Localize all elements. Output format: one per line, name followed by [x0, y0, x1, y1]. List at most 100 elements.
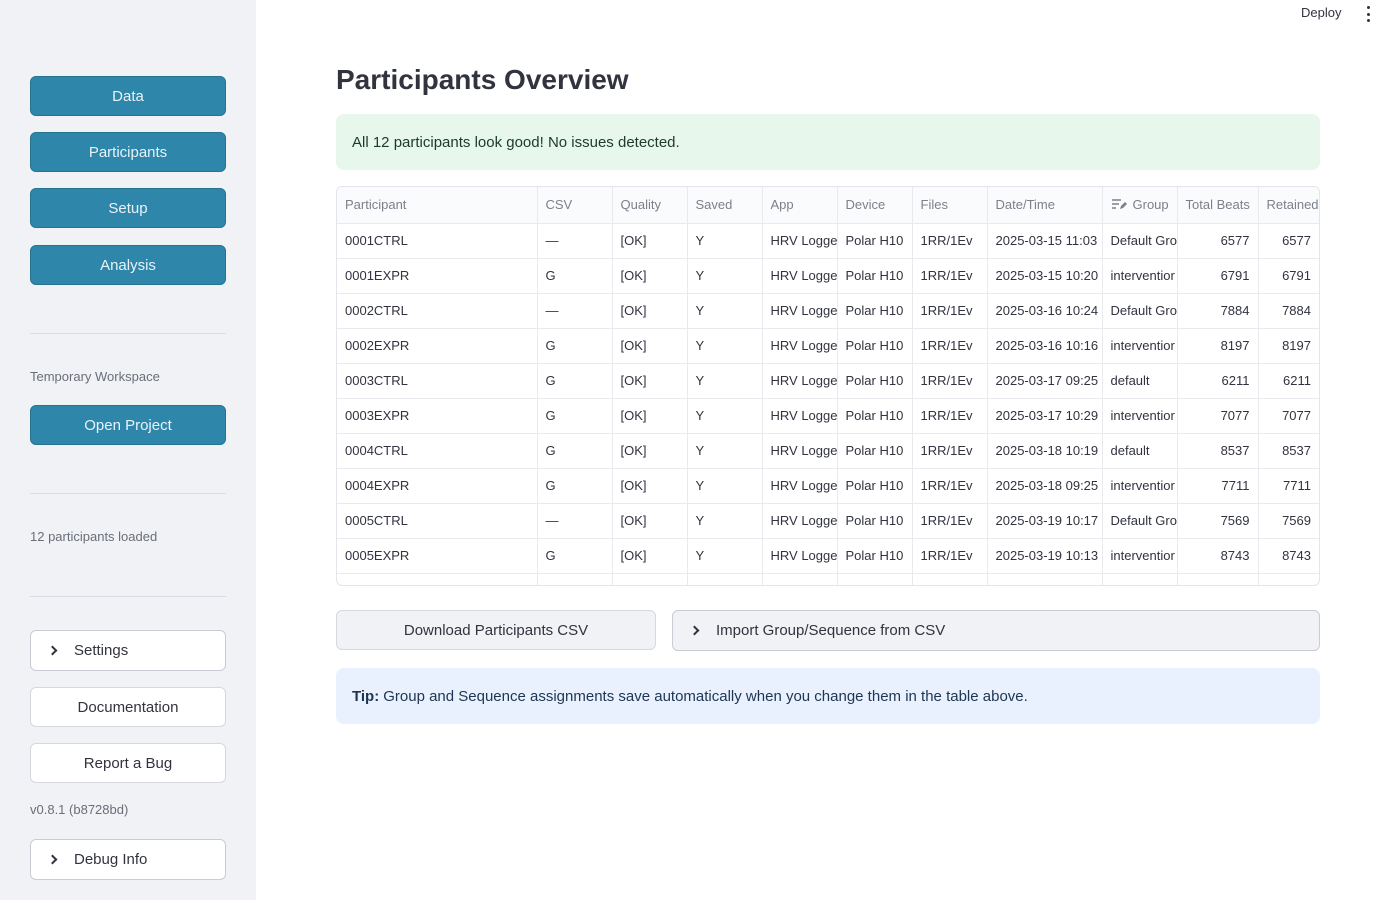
table-cell: Y — [687, 503, 763, 539]
table-cell: Y — [687, 223, 763, 259]
table-cell: 0001CTRL — [337, 223, 538, 259]
deploy-button[interactable]: Deploy — [1301, 5, 1341, 20]
tip-text: Group and Sequence assignments save auto… — [383, 687, 1028, 705]
table-cell: 7569 — [1258, 503, 1319, 539]
column-header[interactable]: Date/Time — [987, 187, 1103, 224]
nav-button-data[interactable]: Data — [30, 76, 226, 116]
sidebar-divider — [30, 596, 226, 597]
table-cell: [OK] — [612, 363, 688, 399]
table-cell: 2025-03-19 10:13 — [987, 538, 1103, 574]
table-cell: 6577 — [1258, 223, 1319, 259]
version-label: v0.8.1 (b8728bd) — [30, 802, 129, 817]
table-cell: [OK] — [612, 293, 688, 329]
table-row[interactable]: 0005CTRL — [OK] Y HRV Logger Polar H10 1RR/1Ev… — [337, 503, 1319, 539]
table-cell: 6211 — [1177, 363, 1259, 399]
table-row[interactable]: 0004EXPR G [OK] Y HRV Logger Polar H10 1RR/1Ev… — [337, 468, 1319, 504]
chevron-right-icon — [47, 645, 58, 656]
column-header[interactable]: Participant — [337, 187, 538, 224]
table-cell: Polar H10 — [837, 398, 913, 434]
table-row[interactable] — [337, 573, 1319, 585]
table-cell: G — [537, 363, 613, 399]
table-cell: Y — [687, 468, 763, 504]
table-cell: 1RR/1Ev — [912, 503, 988, 539]
table-cell: 8537 — [1177, 433, 1259, 469]
table-cell: 6577 — [1177, 223, 1259, 259]
table-cell: G — [537, 258, 613, 294]
table-cell: HRV Logger — [762, 223, 838, 259]
sidebar: Data Participants Setup Analysis Tempora… — [0, 0, 256, 900]
column-header[interactable]: Total Beats — [1177, 187, 1259, 224]
column-header[interactable]: Retained — [1258, 187, 1319, 224]
nav-button-setup[interactable]: Setup — [30, 188, 226, 228]
table-cell: 0005CTRL — [337, 503, 538, 539]
table-row[interactable]: 0002EXPR G [OK] Y HRV Logger Polar H10 1RR/1Ev… — [337, 328, 1319, 364]
participants-table[interactable]: Participant CSV Quality Saved App Device… — [336, 186, 1320, 586]
kebab-menu-icon[interactable] — [1363, 6, 1373, 22]
column-header[interactable]: CSV — [537, 187, 613, 224]
report-bug-button[interactable]: Report a Bug — [30, 743, 226, 783]
table-cell: 6211 — [1258, 363, 1319, 399]
table-cell: G — [537, 468, 613, 504]
table-row[interactable]: 0002CTRL — [OK] Y HRV Logger Polar H10 1RR/1Ev… — [337, 293, 1319, 329]
table-cell[interactable]: interventior — [1102, 258, 1178, 294]
table-row[interactable]: 0001EXPR G [OK] Y HRV Logger Polar H10 1RR/1Ev… — [337, 258, 1319, 294]
open-project-button[interactable]: Open Project — [30, 405, 226, 445]
table-cell: — — [537, 293, 613, 329]
table-cell: G — [537, 538, 613, 574]
table-cell[interactable]: Default Gro — [1102, 223, 1178, 259]
column-header[interactable]: Saved — [687, 187, 763, 224]
table-row[interactable]: 0001CTRL — [OK] Y HRV Logger Polar H10 1RR/1Ev… — [337, 223, 1319, 259]
table-cell: G — [537, 328, 613, 364]
table-row[interactable]: 0003EXPR G [OK] Y HRV Logger Polar H10 1RR/1Ev… — [337, 398, 1319, 434]
page-title: Participants Overview — [336, 64, 629, 95]
documentation-button[interactable]: Documentation — [30, 687, 226, 727]
table-cell: HRV Logger — [762, 433, 838, 469]
column-header-group[interactable]: Group — [1102, 187, 1178, 224]
table-cell[interactable]: interventior — [1102, 398, 1178, 434]
table-row[interactable]: 0004CTRL G [OK] Y HRV Logger Polar H10 1RR/1Ev… — [337, 433, 1319, 469]
nav-button-analysis[interactable]: Analysis — [30, 245, 226, 285]
table-cell[interactable]: Default Gro — [1102, 503, 1178, 539]
table-cell — [537, 573, 613, 585]
table-cell: 0002CTRL — [337, 293, 538, 329]
table-row[interactable]: 0005EXPR G [OK] Y HRV Logger Polar H10 1RR/1Ev… — [337, 538, 1319, 574]
table-cell: G — [537, 433, 613, 469]
table-cell[interactable]: interventior — [1102, 468, 1178, 504]
table-cell: 0001EXPR — [337, 258, 538, 294]
table-cell: 1RR/1Ev — [912, 538, 988, 574]
settings-label: Settings — [74, 642, 129, 659]
table-cell[interactable]: default — [1102, 433, 1178, 469]
download-participants-csv-button[interactable]: Download Participants CSV — [336, 610, 656, 650]
nav-button-participants[interactable]: Participants — [30, 132, 226, 172]
column-header[interactable]: Device — [837, 187, 913, 224]
table-cell: HRV Logger — [762, 468, 838, 504]
table-cell[interactable]: Default Gro — [1102, 293, 1178, 329]
table-cell: Polar H10 — [837, 258, 913, 294]
table-cell[interactable]: default — [1102, 363, 1178, 399]
table-row[interactable]: 0003CTRL G [OK] Y HRV Logger Polar H10 1RR/1Ev… — [337, 363, 1319, 399]
table-cell: [OK] — [612, 258, 688, 294]
table-cell: [OK] — [612, 328, 688, 364]
table-cell: 2025-03-15 11:03 — [987, 223, 1103, 259]
table-cell: — — [537, 503, 613, 539]
table-cell — [987, 573, 1103, 585]
column-header[interactable]: Files — [912, 187, 988, 224]
column-header[interactable]: Quality — [612, 187, 688, 224]
debug-info-label: Debug Info — [74, 851, 148, 868]
table-cell: 8537 — [1258, 433, 1319, 469]
table-cell[interactable]: interventior — [1102, 328, 1178, 364]
table-cell: 1RR/1Ev — [912, 328, 988, 364]
debug-info-expander[interactable]: Debug Info — [30, 839, 226, 880]
table-cell: 1RR/1Ev — [912, 258, 988, 294]
settings-expander[interactable]: Settings — [30, 630, 226, 671]
table-cell: Polar H10 — [837, 468, 913, 504]
edit-column-icon — [1111, 199, 1127, 210]
table-cell[interactable]: interventior — [1102, 538, 1178, 574]
table-cell: 0004CTRL — [337, 433, 538, 469]
participants-loaded-caption: 12 participants loaded — [30, 529, 158, 544]
table-cell — [1102, 573, 1178, 585]
column-header[interactable]: App — [762, 187, 838, 224]
table-cell: 2025-03-17 10:29 — [987, 398, 1103, 434]
table-cell: Polar H10 — [837, 538, 913, 574]
import-group-sequence-expander[interactable]: Import Group/Sequence from CSV — [672, 610, 1320, 651]
